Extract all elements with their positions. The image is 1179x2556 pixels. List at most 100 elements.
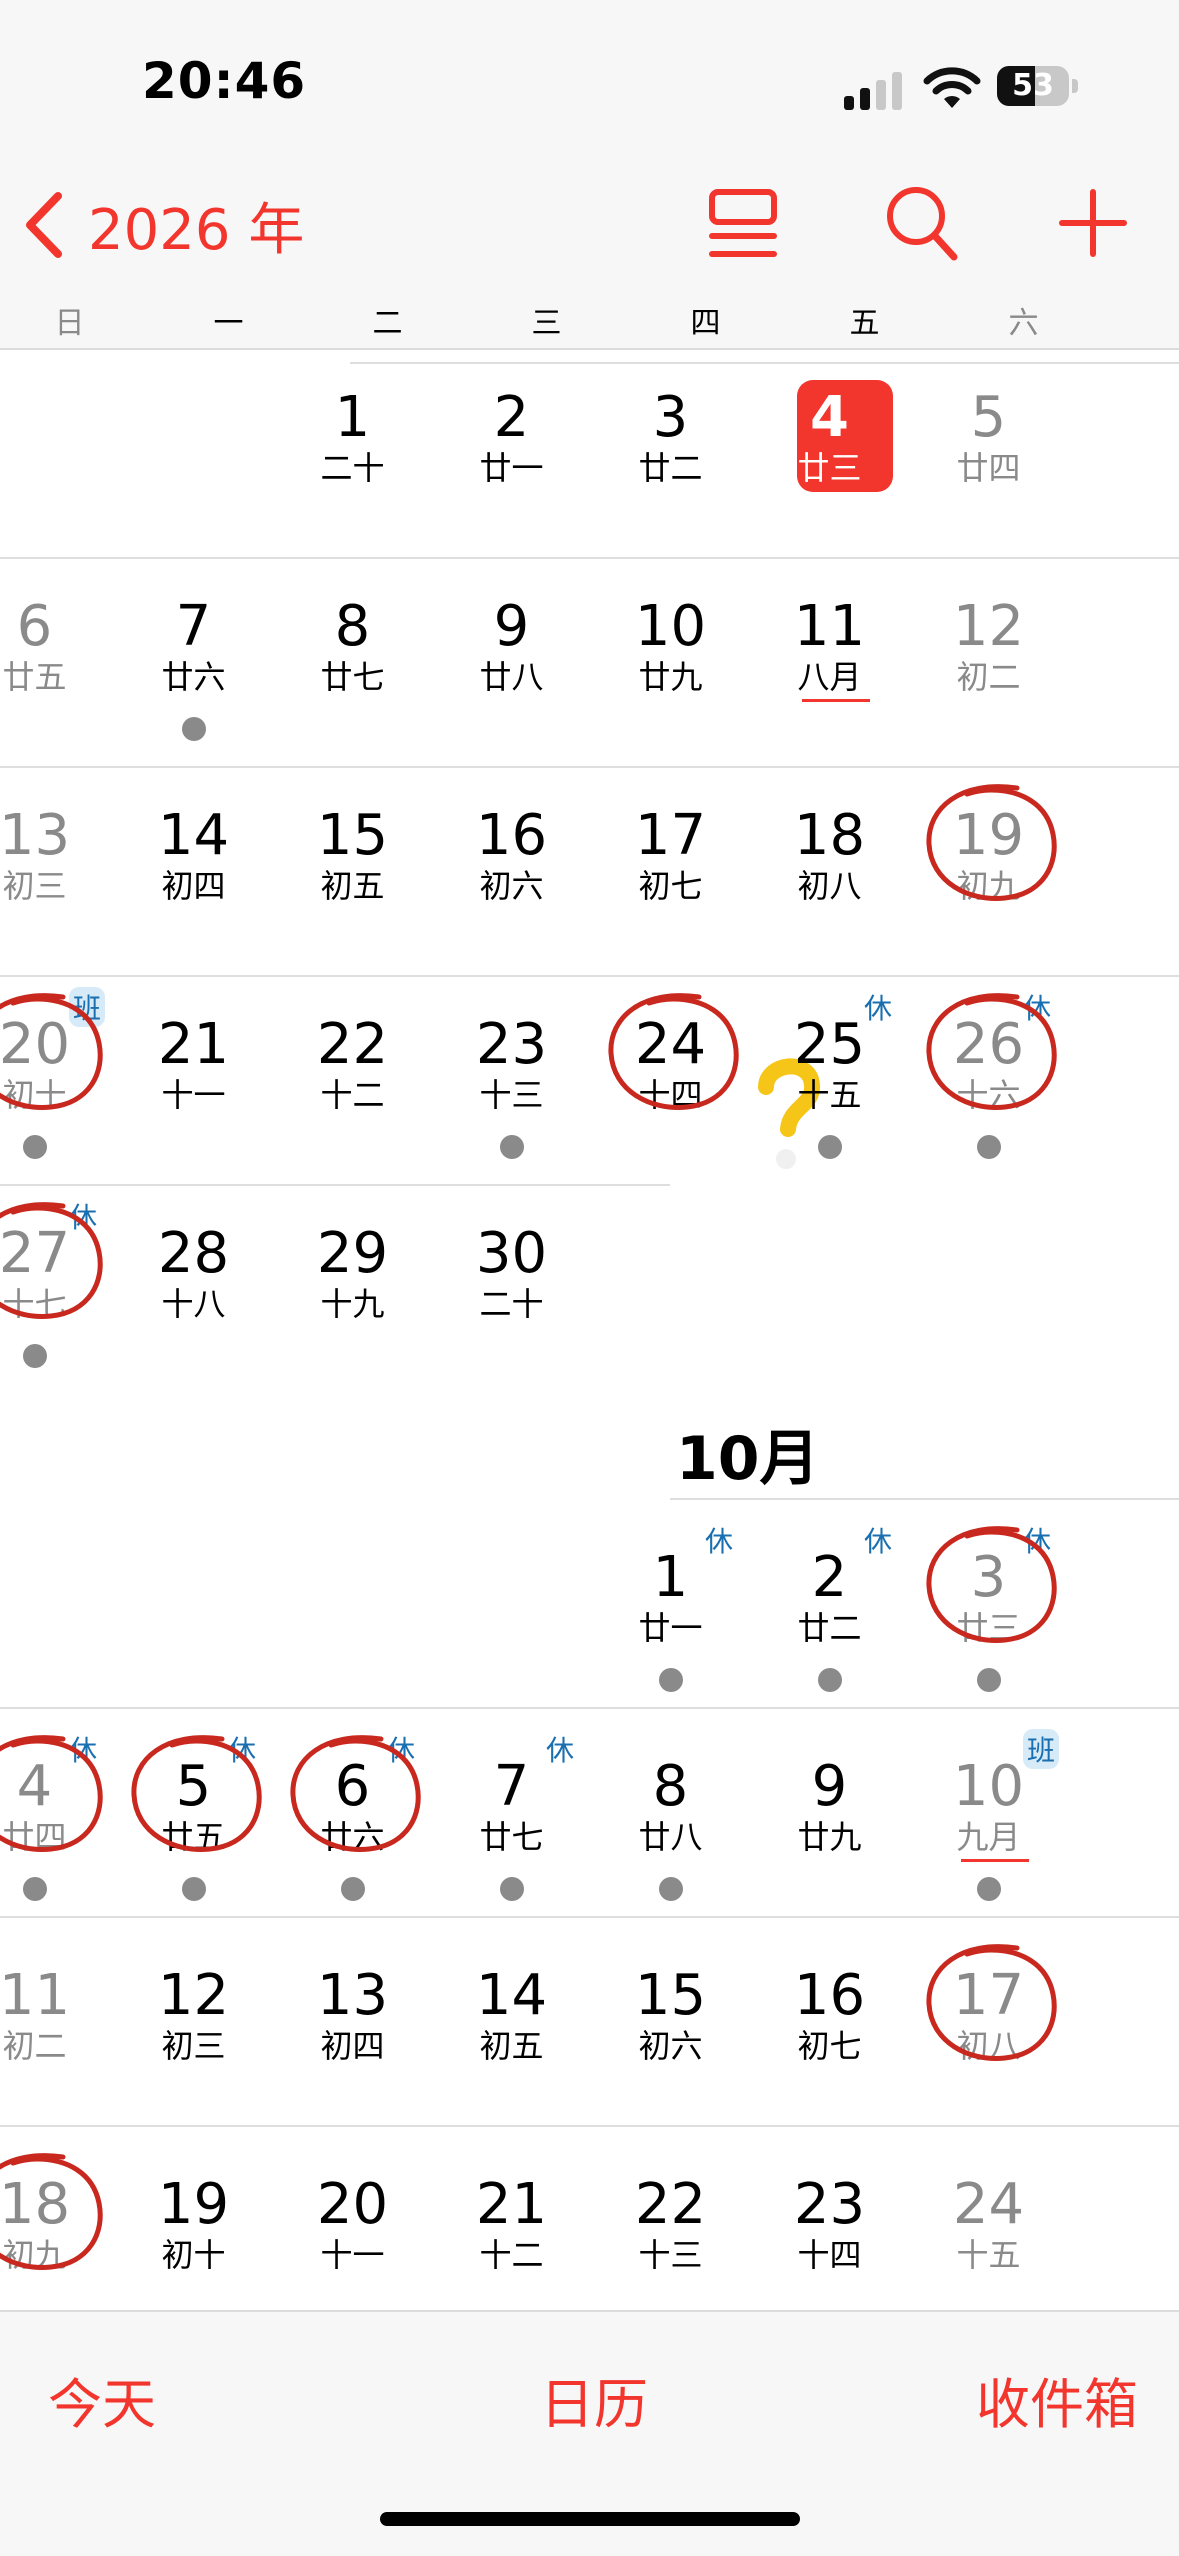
day-cell[interactable]: 7 廿七休: [432, 1719, 591, 1919]
day-cell[interactable]: 8 廿八: [591, 1719, 750, 1919]
day-cell[interactable]: 3 廿二: [591, 350, 750, 550]
day-cell[interactable]: 14 初四: [114, 768, 273, 968]
holiday-badge: 休: [864, 1525, 893, 1558]
workday-badge: 班: [1023, 1729, 1060, 1769]
day-number: 13: [316, 1963, 389, 2028]
day-number: 10: [634, 594, 707, 659]
weekday-label: 二: [372, 306, 403, 341]
day-cell[interactable]: 18 初八: [750, 768, 909, 968]
calendars-tab[interactable]: 日历: [540, 2360, 648, 2439]
day-number: 8: [652, 1754, 689, 1819]
day-cell[interactable]: 19 初九: [909, 768, 1068, 968]
lunar-date: 十七: [2, 1285, 67, 1323]
day-cell[interactable]: 18 初九: [0, 2137, 114, 2310]
day-number: 12: [952, 594, 1025, 659]
day-cell[interactable]: 29 十九: [273, 1186, 432, 1386]
day-cell[interactable]: 21 十二: [432, 2137, 591, 2310]
day-cell[interactable]: 21 十一: [114, 977, 273, 1177]
day-cell[interactable]: 15 初六: [591, 1928, 750, 2128]
day-number: 15: [316, 803, 389, 868]
calendar-month-grid: 10月 1 二十 2 廿一 3 廿二 4 廿三 5 廿四 6 廿五 7 廿六 8 廿七 9 廿八 10 廿九 11 八月 1…: [0, 350, 1179, 2310]
day-number: 21: [475, 2172, 548, 2237]
weekday-header: 日一二三四五六: [0, 298, 1179, 341]
day-cell[interactable]: 12 初三: [114, 1928, 273, 2128]
day-cell[interactable]: 20 十一: [273, 2137, 432, 2310]
holiday-badge: 休: [1023, 1525, 1052, 1558]
day-cell[interactable]: 13 初三: [0, 768, 114, 968]
day-cell[interactable]: 2 廿一: [432, 350, 591, 550]
event-dot: [977, 1877, 1001, 1901]
day-cell[interactable]: 28 十八: [114, 1186, 273, 1386]
day-cell[interactable]: 6 廿五: [0, 559, 114, 759]
day-number: 18: [0, 2172, 71, 2237]
lunar-date: 廿九: [638, 658, 703, 696]
lunar-date: 廿七: [479, 1818, 544, 1856]
day-number: 3: [652, 385, 689, 450]
day-cell[interactable]: 7 廿六: [114, 559, 273, 759]
day-cell[interactable]: 19 初十: [114, 2137, 273, 2310]
day-number: 15: [634, 1963, 707, 2028]
day-cell[interactable]: 23 十三: [432, 977, 591, 1177]
day-cell[interactable]: 23 十四: [750, 2137, 909, 2310]
day-number: 14: [157, 803, 230, 868]
weekday-label: 四: [690, 306, 721, 341]
day-cell[interactable]: 15 初五: [273, 768, 432, 968]
day-cell[interactable]: 26 十六休: [909, 977, 1068, 1177]
day-cell[interactable]: 17 初八: [909, 1928, 1068, 2128]
list-view-icon[interactable]: [706, 188, 780, 262]
day-cell[interactable]: 9 廿八: [432, 559, 591, 759]
day-cell[interactable]: 4 廿四休: [0, 1719, 114, 1919]
lunar-date: 十八: [161, 1285, 226, 1323]
day-cell[interactable]: 5 廿五休: [114, 1719, 273, 1919]
day-cell[interactable]: 11 八月: [750, 559, 909, 759]
day-cell[interactable]: 9 廿九: [750, 1719, 909, 1919]
search-icon[interactable]: [884, 184, 958, 262]
day-number: 11: [793, 594, 866, 659]
lunar-date: 十三: [638, 2236, 703, 2274]
day-cell[interactable]: 1 廿一休: [591, 1510, 750, 1710]
holiday-badge: 休: [69, 1201, 98, 1234]
day-cell[interactable]: 3 廿三休: [909, 1510, 1068, 1710]
day-cell[interactable]: 11 初二: [0, 1928, 114, 2128]
lunar-date: 二十: [320, 449, 385, 487]
day-cell[interactable]: 16 初六: [432, 768, 591, 968]
day-cell[interactable]: 2 廿二休: [750, 1510, 909, 1710]
day-cell[interactable]: 22 十三: [591, 2137, 750, 2310]
day-number: 14: [475, 1963, 548, 2028]
day-cell[interactable]: 13 初四: [273, 1928, 432, 2128]
day-cell-today[interactable]: 4 廿三: [750, 350, 909, 550]
day-cell[interactable]: 8 廿七: [273, 559, 432, 759]
lunar-date: 廿八: [479, 658, 544, 696]
lunar-date: 初三: [161, 2027, 226, 2065]
day-number: 24: [634, 1012, 707, 1077]
event-dot: [182, 717, 206, 741]
plus-icon[interactable]: [1058, 188, 1128, 258]
chevron-left-icon: [26, 192, 62, 258]
day-cell[interactable]: 25 十五休: [750, 977, 909, 1177]
day-cell[interactable]: 16 初七: [750, 1928, 909, 2128]
day-cell[interactable]: 20 初十班: [0, 977, 114, 1177]
day-number: 11: [0, 1963, 71, 2028]
day-cell[interactable]: 12 初二: [909, 559, 1068, 759]
day-cell[interactable]: 17 初七: [591, 768, 750, 968]
day-cell[interactable]: 14 初五: [432, 1928, 591, 2128]
day-cell[interactable]: 6 廿六休: [273, 1719, 432, 1919]
workday-badge: 班: [69, 987, 106, 1027]
day-cell[interactable]: 30 二十: [432, 1186, 591, 1386]
lunar-date: 廿五: [2, 658, 67, 696]
day-cell[interactable]: 22 十二: [273, 977, 432, 1177]
day-cell[interactable]: 24 十五: [909, 2137, 1068, 2310]
day-cell[interactable]: 24 十四: [591, 977, 750, 1177]
day-number: 2: [493, 385, 530, 450]
back-to-year-button[interactable]: 2026 年: [20, 185, 304, 265]
lunar-date: 初三: [2, 867, 67, 905]
lunar-date: 初十: [2, 1076, 67, 1114]
day-cell[interactable]: 5 廿四: [909, 350, 1068, 550]
day-cell[interactable]: 10 九月班: [909, 1719, 1068, 1919]
lunar-date: 十九: [320, 1285, 385, 1323]
today-tab[interactable]: 今天: [48, 2360, 156, 2439]
day-cell[interactable]: 1 二十: [273, 350, 432, 550]
day-cell[interactable]: 27 十七休: [0, 1186, 114, 1386]
day-cell[interactable]: 10 廿九: [591, 559, 750, 759]
inbox-tab[interactable]: 收件箱: [976, 2360, 1138, 2439]
